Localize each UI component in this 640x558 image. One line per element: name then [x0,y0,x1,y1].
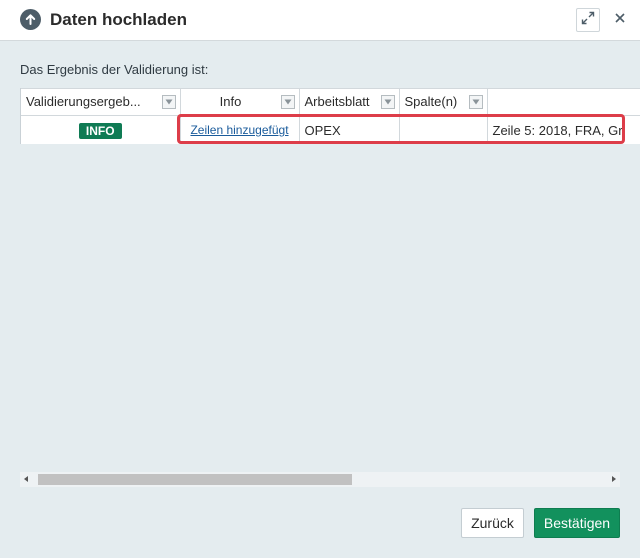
rows-added-link[interactable]: Zeilen hinzugefügt [190,123,288,137]
confirm-button[interactable]: Bestätigen [534,508,620,538]
table-header-row: Validierungsergeb... Info Arbeitsblatt S… [21,88,640,116]
filter-icon[interactable] [380,95,395,109]
filter-icon[interactable] [468,95,483,109]
upload-dialog: Daten hochladen Das Ergebnis der Validie… [0,0,640,558]
validation-result-label: Das Ergebnis der Validierung ist: [20,62,209,77]
arrow-up-circle-icon [20,9,41,30]
table-row[interactable]: INFO Zeilen hinzugefügt OPEX Zeile 5: 20… [21,115,640,144]
filter-icon[interactable] [161,95,176,109]
back-button[interactable]: Zurück [461,508,524,538]
expand-button[interactable] [576,8,600,32]
info-cell: Zeilen hinzugefügt [180,115,300,144]
columns-cell [399,115,488,144]
sheet-cell: OPEX [299,115,400,144]
expand-icon [581,11,595,30]
close-icon [614,11,626,29]
filter-icon[interactable] [280,95,295,109]
column-header-validation-result[interactable]: Validierungsergeb... [21,88,181,116]
scroll-right-icon[interactable] [612,476,616,482]
status-badge: INFO [78,123,122,140]
column-header-columns[interactable]: Spalte(n) [399,88,488,116]
scroll-left-icon[interactable] [24,476,28,482]
dialog-title: Daten hochladen [50,10,187,29]
scrollbar-thumb[interactable] [38,474,352,485]
dialog-header: Daten hochladen [0,0,640,41]
column-header-details[interactable] [487,88,640,116]
horizontal-scrollbar[interactable] [20,472,620,487]
details-cell: Zeile 5: 2018, FRA, Gr [487,115,640,144]
column-header-sheet[interactable]: Arbeitsblatt [299,88,400,116]
column-header-info[interactable]: Info [180,88,300,116]
close-button[interactable] [609,9,631,31]
status-cell: INFO [21,115,181,144]
validation-table: Validierungsergeb... Info Arbeitsblatt S… [20,88,640,144]
